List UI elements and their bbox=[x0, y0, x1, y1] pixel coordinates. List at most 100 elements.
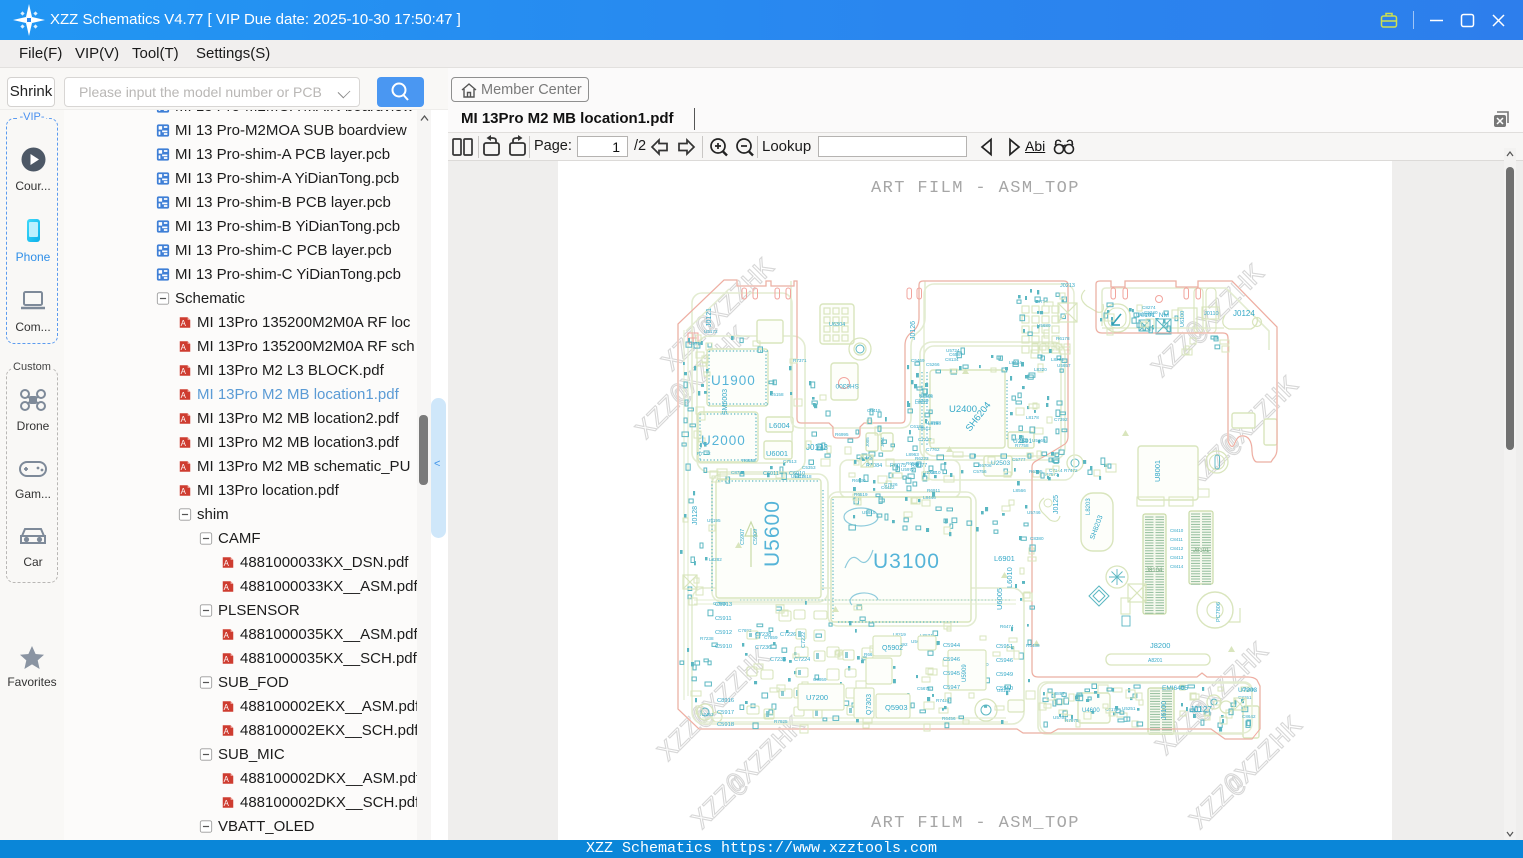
svg-text:L8512: L8512 bbox=[918, 426, 931, 431]
svg-text:SH6300: SH6300 bbox=[835, 382, 859, 389]
svg-text:C5959: C5959 bbox=[813, 677, 827, 682]
svg-text:A: A bbox=[181, 343, 187, 352]
svg-text:C5912: C5912 bbox=[715, 630, 732, 636]
svg-text:J8104: J8104 bbox=[1146, 568, 1163, 574]
svg-text:C5950: C5950 bbox=[996, 686, 1013, 692]
svg-text:A: A bbox=[224, 799, 230, 808]
svg-text:PC7806: PC7806 bbox=[1216, 602, 1222, 622]
svg-text:U6100: U6100 bbox=[1180, 311, 1186, 327]
svg-text:A: A bbox=[181, 319, 187, 328]
svg-text:J0128: J0128 bbox=[692, 506, 699, 525]
svg-text:R6995: R6995 bbox=[835, 432, 849, 437]
svg-text:U6005: U6005 bbox=[995, 588, 1004, 610]
svg-text:U6001: U6001 bbox=[766, 449, 788, 458]
svg-text:R6930: R6930 bbox=[852, 478, 866, 483]
svg-text:U5600: U5600 bbox=[761, 500, 784, 567]
svg-text:C7226: C7226 bbox=[780, 632, 796, 638]
svg-text:C8413: C8413 bbox=[1170, 555, 1184, 560]
svg-text:R6075: R6075 bbox=[890, 463, 906, 469]
svg-text:R6084: R6084 bbox=[866, 463, 882, 469]
svg-text:J8200: J8200 bbox=[1150, 641, 1170, 650]
svg-text:C5913: C5913 bbox=[715, 602, 732, 608]
svg-text:U2503: U2503 bbox=[991, 460, 1011, 467]
svg-text:C5676: C5676 bbox=[917, 686, 931, 691]
svg-text:Q5902: Q5902 bbox=[882, 645, 903, 652]
svg-text:C7826: C7826 bbox=[884, 482, 898, 487]
svg-text:C8642: C8642 bbox=[1242, 714, 1256, 719]
svg-text:U2000: U2000 bbox=[701, 433, 746, 448]
svg-text:A8201: A8201 bbox=[1148, 658, 1163, 664]
svg-text:XZZ@XZZHK: XZZ@XZZHK bbox=[1181, 371, 1306, 496]
svg-text:R7925: R7925 bbox=[774, 719, 788, 724]
svg-text:C7762: C7762 bbox=[926, 447, 940, 452]
svg-text:C8411: C8411 bbox=[1170, 537, 1183, 542]
svg-text:C5909: C5909 bbox=[753, 529, 759, 545]
svg-text:C8134: C8134 bbox=[945, 357, 959, 362]
svg-text:C6011: C6011 bbox=[763, 471, 779, 477]
svg-text:L8178: L8178 bbox=[1026, 415, 1039, 420]
svg-text:A: A bbox=[224, 727, 230, 736]
svg-text:C5911: C5911 bbox=[715, 616, 732, 622]
svg-text:C5777: C5777 bbox=[1012, 457, 1026, 462]
svg-text:R6456: R6456 bbox=[942, 716, 956, 721]
svg-text:C7392: C7392 bbox=[1054, 417, 1068, 422]
svg-text:U5657: U5657 bbox=[1057, 363, 1071, 368]
svg-text:C5907: C5907 bbox=[740, 529, 746, 545]
svg-text:C7236: C7236 bbox=[755, 645, 771, 651]
svg-text:C8274: C8274 bbox=[1142, 305, 1156, 310]
svg-text:C5910: C5910 bbox=[715, 644, 732, 650]
svg-text:L8446: L8446 bbox=[923, 495, 936, 500]
svg-text:C8380: C8380 bbox=[1030, 536, 1044, 541]
svg-text:C5951: C5951 bbox=[996, 644, 1013, 650]
svg-text:J8101: J8101 bbox=[1193, 548, 1210, 554]
svg-text:U5172: U5172 bbox=[704, 329, 718, 334]
svg-text:C5946: C5946 bbox=[943, 657, 960, 663]
svg-text:L8963: L8963 bbox=[906, 452, 919, 457]
svg-text:C5918: C5918 bbox=[717, 722, 734, 728]
svg-text:A: A bbox=[224, 775, 230, 784]
svg-text:J0123: J0123 bbox=[806, 443, 828, 452]
svg-text:R7975: R7975 bbox=[1065, 718, 1079, 723]
svg-text:R6706: R6706 bbox=[978, 463, 992, 468]
svg-text:C7222: C7222 bbox=[801, 632, 807, 648]
svg-text:L8566: L8566 bbox=[1013, 488, 1026, 493]
svg-text:U5909: U5909 bbox=[962, 664, 968, 682]
svg-text:C6010: C6010 bbox=[789, 471, 805, 477]
svg-text:A: A bbox=[224, 631, 230, 640]
svg-text:U5169: U5169 bbox=[1032, 438, 1046, 443]
svg-text:J0110: J0110 bbox=[1204, 311, 1219, 317]
svg-text:U6304: U6304 bbox=[829, 322, 845, 328]
svg-text:U5158: U5158 bbox=[770, 392, 784, 397]
svg-text:U5251: U5251 bbox=[1122, 706, 1136, 711]
svg-text:A: A bbox=[181, 463, 187, 472]
svg-text:U5746: U5746 bbox=[1027, 510, 1041, 515]
svg-text:U7200: U7200 bbox=[806, 693, 828, 702]
svg-text:Q7303: Q7303 bbox=[866, 694, 873, 715]
svg-text:C7238: C7238 bbox=[755, 632, 771, 638]
svg-text:C5917: C5917 bbox=[717, 710, 734, 716]
svg-text:C8410: C8410 bbox=[1170, 528, 1184, 533]
svg-text:L6004: L6004 bbox=[769, 421, 790, 430]
svg-text:U1900: U1900 bbox=[711, 373, 756, 388]
svg-text:C5945: C5945 bbox=[943, 671, 960, 677]
svg-text:J0126: J0126 bbox=[910, 321, 917, 340]
svg-text:U2400: U2400 bbox=[949, 404, 977, 415]
svg-text:J005: J005 bbox=[865, 437, 870, 447]
svg-text:C8414: C8414 bbox=[1170, 564, 1184, 569]
svg-text:R7238: R7238 bbox=[700, 636, 714, 641]
svg-text:R6795: R6795 bbox=[1029, 469, 1043, 474]
svg-text:U5915: U5915 bbox=[862, 510, 876, 515]
svg-text:C6415: C6415 bbox=[867, 408, 881, 413]
svg-text:C5947: C5947 bbox=[943, 685, 960, 691]
svg-text:J004: J004 bbox=[880, 437, 885, 447]
svg-text:C6587: C6587 bbox=[949, 352, 963, 357]
svg-text:A: A bbox=[224, 655, 230, 664]
svg-text:ART FILM - ASM_TOP: ART FILM - ASM_TOP bbox=[871, 814, 1080, 833]
svg-text:SM6003: SM6003 bbox=[722, 389, 729, 415]
svg-text:R6519: R6519 bbox=[854, 492, 868, 497]
svg-text:U0101_NM: U0101_NM bbox=[1136, 312, 1169, 319]
svg-text:A: A bbox=[181, 391, 187, 400]
svg-text:A: A bbox=[224, 703, 230, 712]
svg-text:U3100: U3100 bbox=[873, 550, 940, 573]
svg-text:C5266: C5266 bbox=[926, 362, 940, 367]
